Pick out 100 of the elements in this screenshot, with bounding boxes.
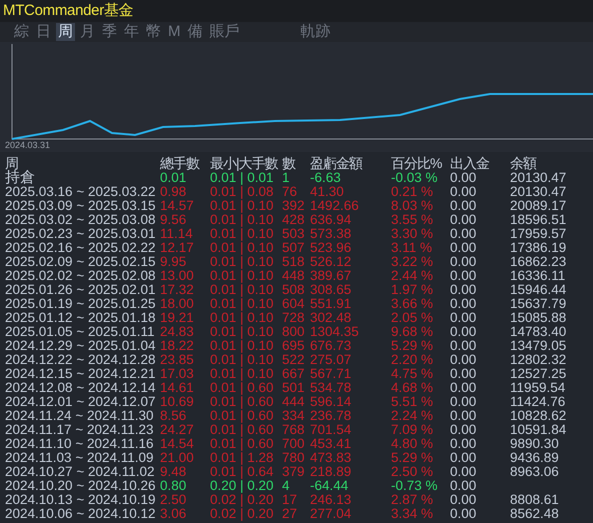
table-cell-text: 0.98 [160, 185, 188, 199]
table-cell-text: -0.73 % [391, 479, 439, 493]
table-cell-text: 16336.11 [510, 269, 566, 283]
table-cell-text: 334 [282, 409, 306, 423]
table-cell-text: 2.50 % [391, 465, 434, 479]
tab[interactable]: 季 [100, 23, 119, 41]
table-cell-text: 0.02 | 0.20 [210, 493, 275, 507]
table-cell-text: 13.00 [160, 269, 195, 283]
table-cell-text: 7.09 % [391, 423, 434, 437]
table-cell-text: 246.13 [310, 493, 352, 507]
table-cell-text: 2024.12.01 ~ 2024.12.07 [4, 395, 157, 409]
table-cell-text: 2024.11.03 ~ 2024.11.09 [4, 451, 155, 465]
table-cell-text: 0.01 | 0.10 [210, 199, 275, 213]
table-cell-text: 2025.03.09 ~ 2025.03.15 [4, 199, 157, 213]
table-cell-text: 11959.54 [510, 381, 566, 395]
table-cell-text: 2024.12.08 ~ 2024.12.14 [4, 381, 157, 395]
table-cell-text: 473.83 [310, 451, 352, 465]
table-cell-text: 8562.48 [510, 507, 560, 521]
table-cell-text: 1492.66 [310, 199, 360, 213]
table-cell-text: 2025.03.02 ~ 2025.03.08 [4, 213, 157, 227]
table-cell-text: 701.54 [310, 423, 352, 437]
table-cell-text: 0.00 [450, 479, 478, 493]
table-cell-text: 0.00 [450, 283, 478, 297]
table-cell-text: 392 [282, 199, 306, 213]
table-cell-text: 17386.19 [510, 241, 568, 255]
table-cell-text: 0.00 [450, 185, 478, 199]
table-cell-text: 3.22 % [391, 255, 434, 269]
table-cell-text: 5.29 % [391, 339, 434, 353]
tab[interactable]: 賬戶 [208, 23, 242, 41]
tab[interactable]: 年 [122, 23, 141, 41]
table-cell-text: 20130.47 [510, 185, 568, 199]
table-cell-text: 218.89 [310, 465, 352, 479]
table-cell-text: 41.30 [310, 185, 345, 199]
table-cell-text: 20130.47 [510, 171, 568, 185]
table-cell-text: 604 [282, 297, 306, 311]
table-cell-text: 19.21 [160, 311, 195, 325]
table-cell-text: 0.02 | 0.20 [210, 507, 275, 521]
table-cell-text: 24.27 [160, 423, 195, 437]
table-cell-text: 17.32 [160, 283, 195, 297]
tab[interactable]: 月 [78, 23, 97, 41]
table-cell-text: 0.01 | 0.10 [210, 213, 275, 227]
table-cell-text: 18.00 [160, 297, 195, 311]
column-header: 盈虧金額 [310, 156, 364, 171]
table-cell-text: 0.01 | 0.10 [210, 367, 275, 381]
table-cell-text: 0.01 | 0.10 [210, 269, 275, 283]
table-cell-text: 518 [282, 255, 306, 269]
table-cell-text: 676.73 [310, 339, 352, 353]
table-cell-text: 12802.32 [510, 353, 568, 367]
table-cell-text: 15637.79 [510, 297, 568, 311]
table-cell-text: 3.34 % [391, 507, 434, 521]
table-cell-text: 503 [282, 227, 306, 241]
table-cell-text: 0.00 [450, 437, 478, 451]
table-cell-text: 15085.88 [510, 311, 568, 325]
tab[interactable]: 日 [34, 23, 53, 41]
table-cell-text: 2025.02.02 ~ 2025.02.08 [4, 269, 157, 283]
table-cell-text: 0.00 [450, 325, 478, 339]
table-cell-text: 2024.10.06 ~ 2024.10.12 [4, 507, 157, 521]
table-cell-text: 667 [282, 367, 306, 381]
table-cell-text: 10591.84 [510, 423, 568, 437]
table-cell-text: 2.44 % [391, 269, 434, 283]
table-cell-text: 277.04 [310, 507, 352, 521]
table-cell-text: 23.85 [160, 353, 195, 367]
table-cell-text: 8808.61 [510, 493, 560, 507]
table-cell-text: 2.20 % [391, 353, 434, 367]
table-cell-text: 1 [282, 171, 290, 185]
table-cell-text: 0.00 [450, 171, 478, 185]
table-cell-text: 0.00 [450, 367, 478, 381]
table-cell-text: 2024.11.10 ~ 2024.11.16 [4, 437, 155, 451]
table-cell-text: 10.69 [160, 395, 195, 409]
column-header: 周 [4, 156, 18, 171]
table-cell-text: 379 [282, 465, 306, 479]
table-cell-text: 0.20 | 0.20 [210, 479, 275, 493]
table-cell-text: 523.96 [310, 241, 352, 255]
table-cell-text: 2024.10.27 ~ 2024.11.02 [4, 465, 156, 479]
table-cell-text: 3.06 [160, 507, 188, 521]
table-cell-text: 768 [282, 423, 306, 437]
tab[interactable]: M [166, 23, 182, 41]
table-cell-text: 21.00 [160, 451, 195, 465]
table-cell-text: 14.61 [160, 381, 195, 395]
table-cell-text: -6.63 [310, 171, 342, 185]
axis-label: 2024.03.31 [5, 140, 50, 150]
table-cell-text: 0.01 | 0.60 [210, 381, 275, 395]
table-cell-text: 14.57 [160, 199, 195, 213]
table-cell-text: 2025.03.16 ~ 2025.03.22 [4, 185, 157, 199]
table-cell-text: 2024.12.15 ~ 2024.12.21 [4, 367, 157, 381]
table-cell-text: 持倉 [4, 171, 36, 185]
table-cell-text: 18.22 [160, 339, 195, 353]
table-cell-text: 0.01 | 0.60 [210, 423, 275, 437]
tab[interactable]: 周 [56, 23, 75, 41]
table-cell-text: 3.66 % [391, 297, 434, 311]
table-cell-text: 0.01 | 0.08 [210, 185, 275, 199]
tab[interactable]: 軌跡 [298, 23, 332, 41]
tab[interactable]: 備 [186, 23, 204, 41]
tab[interactable]: 幣 [144, 23, 163, 41]
table-cell-text: 2025.02.16 ~ 2025.02.22 [4, 241, 157, 255]
table-cell-text: 0.01 | 0.60 [210, 409, 275, 423]
tab[interactable]: 綜 [12, 23, 31, 41]
column-header: 出入金 [450, 156, 490, 171]
table-cell-text: 2025.01.05 ~ 2025.01.11 [4, 325, 156, 339]
table-cell-text: 453.41 [310, 437, 352, 451]
